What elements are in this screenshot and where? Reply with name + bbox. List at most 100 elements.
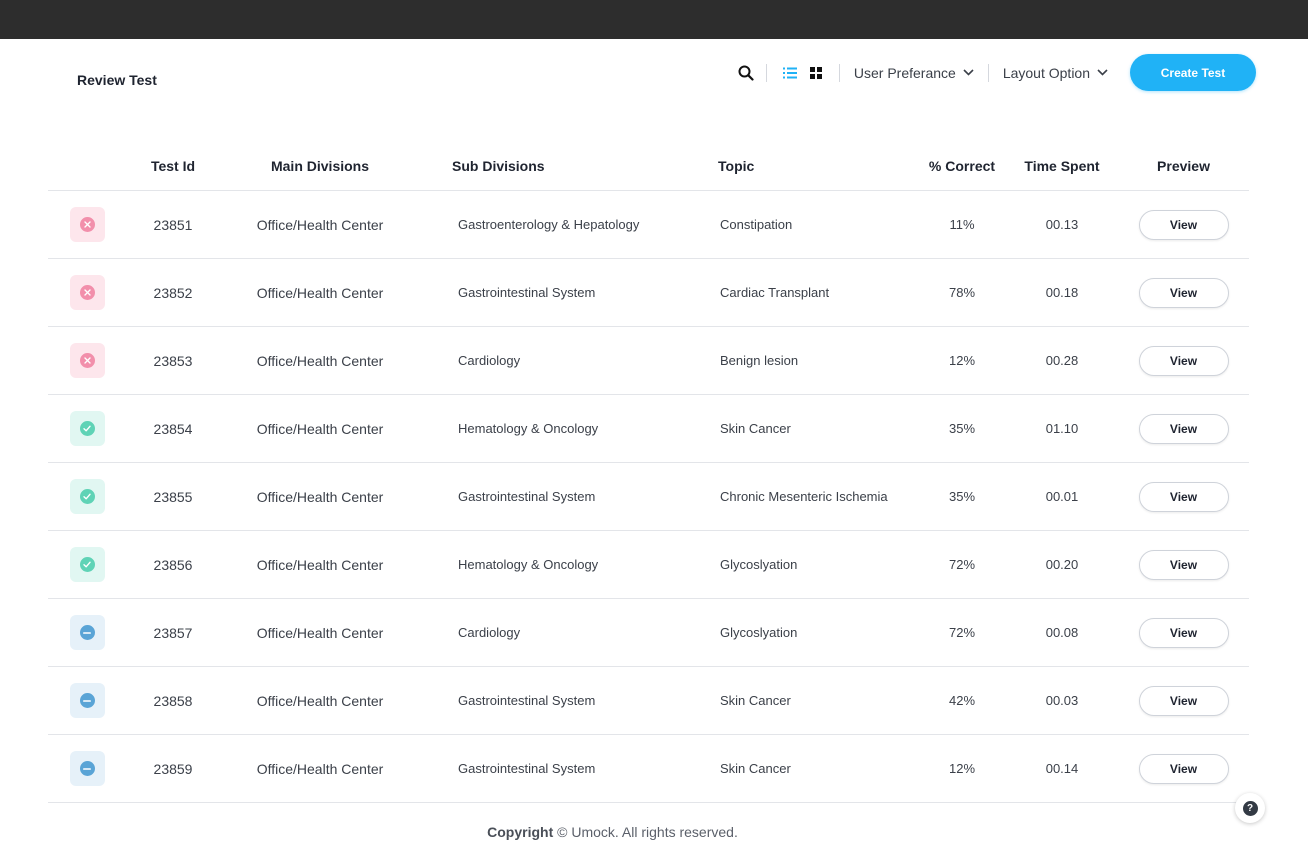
status-cell (48, 683, 124, 718)
test-id-cell: 23852 (153, 284, 193, 301)
time-spent-cell: 00.03 (1045, 693, 1079, 708)
main-division-cell: Office/Health Center (256, 488, 384, 505)
header-sub-divisions: Sub Divisions (452, 158, 545, 174)
table-header: Test Id Main Divisions Sub Divisions Top… (48, 142, 1249, 191)
x-circle-icon (79, 217, 95, 232)
header-main-divisions: Main Divisions (270, 158, 370, 174)
sub-division-cell: Hematology & Oncology (458, 557, 599, 572)
header-preview: Preview (1157, 158, 1210, 174)
test-id-cell: 23854 (153, 420, 193, 437)
status-cell (48, 411, 124, 446)
view-button[interactable]: View (1138, 617, 1229, 648)
view-button[interactable]: View (1138, 481, 1229, 512)
check-circle-icon (79, 489, 95, 504)
status-cell (48, 207, 124, 242)
time-spent-cell: 00.08 (1045, 625, 1079, 640)
list-view-icon[interactable] (782, 65, 798, 81)
user-preference-dropdown[interactable]: User Preferance (850, 65, 978, 81)
main-division-cell: Office/Health Center (256, 420, 384, 437)
preview-cell: View (1118, 345, 1249, 376)
view-button[interactable]: View (1138, 413, 1229, 444)
test-id-cell: 23855 (153, 488, 193, 505)
sub-division-cell: Gastrointestinal System (458, 693, 596, 708)
search-icon[interactable] (736, 63, 756, 83)
time-spent-cell: 00.28 (1045, 353, 1079, 368)
topic-cell: Glycoslyation (720, 625, 798, 640)
view-button[interactable]: View (1138, 345, 1229, 376)
header-percent-correct: % Correct (928, 158, 996, 174)
preview-cell: View (1118, 209, 1249, 240)
test-id-cell: 23857 (153, 624, 193, 641)
percent-correct-cell: 11% (949, 217, 975, 232)
table-row: 23854 Office/Health Center Hematology & On… (48, 395, 1249, 463)
preview-cell: View (1118, 753, 1249, 784)
view-button[interactable]: View (1138, 549, 1229, 580)
test-id-cell: 23856 (153, 556, 193, 573)
status-cell (48, 615, 124, 650)
help-icon: ? (1242, 800, 1258, 816)
percent-correct-cell: 72% (948, 625, 976, 640)
table-row: 23858 Office/Health Center Gastrointestina… (48, 667, 1249, 735)
help-button[interactable]: ? (1235, 793, 1265, 823)
create-test-button[interactable]: Create Test (1130, 54, 1256, 91)
toolbar-divider (838, 63, 840, 82)
toolbar-divider (765, 63, 767, 82)
table-body: 23851 Office/Health Center Gastroenterolog… (48, 191, 1249, 803)
header-topic: Topic (718, 158, 755, 174)
table-row: 23859 Office/Health Center Gastrointestina… (48, 735, 1249, 803)
topic-cell: Constipation (720, 217, 793, 232)
sub-division-cell: Gastroenterology & Hepatology (458, 217, 640, 232)
toolbar: User Preferance Layout Option Create Tes… (736, 54, 1256, 91)
view-button[interactable]: View (1138, 685, 1229, 716)
layout-option-dropdown[interactable]: Layout Option (999, 65, 1112, 81)
status-badge (69, 411, 105, 446)
chevron-down-icon (1097, 69, 1108, 76)
grid-view-icon[interactable] (808, 65, 824, 81)
percent-correct-cell: 78% (948, 285, 976, 300)
status-cell (48, 751, 124, 786)
view-button[interactable]: View (1138, 277, 1229, 308)
status-badge (69, 275, 105, 310)
status-badge (69, 479, 105, 514)
topic-cell: Glycoslyation (720, 557, 798, 572)
header-test-id: Test Id (150, 158, 196, 174)
view-button[interactable]: View (1138, 209, 1229, 240)
test-id-cell: 23853 (153, 352, 193, 369)
status-badge (69, 615, 105, 650)
preview-cell: View (1118, 617, 1249, 648)
table-row: 23853 Office/Health Center Cardiology Benig… (48, 327, 1249, 395)
test-id-cell: 23859 (153, 760, 193, 777)
main-division-cell: Office/Health Center (256, 760, 384, 777)
table-row: 23851 Office/Health Center Gastroenterolog… (48, 191, 1249, 259)
test-id-cell: 23858 (153, 692, 193, 709)
status-badge (69, 343, 105, 378)
x-circle-icon (79, 285, 95, 300)
test-id-cell: 23851 (153, 216, 193, 233)
sub-division-cell: Cardiology (458, 625, 521, 640)
status-cell (48, 343, 124, 378)
review-test-table: Test Id Main Divisions Sub Divisions Top… (48, 142, 1249, 803)
time-spent-cell: 00.14 (1045, 761, 1079, 776)
minus-circle-icon (79, 761, 95, 776)
time-spent-cell: 00.18 (1045, 285, 1079, 300)
preview-cell: View (1118, 277, 1249, 308)
view-button[interactable]: View (1138, 753, 1229, 784)
sub-division-cell: Gastrointestinal System (458, 761, 596, 776)
percent-correct-cell: 72% (948, 557, 976, 572)
preview-cell: View (1118, 549, 1249, 580)
x-circle-icon (79, 353, 95, 368)
layout-option-label: Layout Option (1002, 64, 1090, 81)
topic-cell: Benign lesion (720, 353, 799, 368)
chevron-down-icon (963, 69, 974, 76)
percent-correct-cell: 35% (948, 421, 976, 436)
percent-correct-cell: 12% (948, 353, 976, 368)
topic-cell: Skin Cancer (720, 693, 791, 708)
minus-circle-icon (79, 625, 95, 640)
topic-cell: Skin Cancer (720, 421, 791, 436)
time-spent-cell: 00.01 (1045, 489, 1079, 504)
status-badge (69, 547, 105, 582)
top-bar (0, 0, 1308, 39)
table-row: 23856 Office/Health Center Hematology & On… (48, 531, 1249, 599)
status-badge (69, 751, 105, 786)
status-cell (48, 547, 124, 582)
